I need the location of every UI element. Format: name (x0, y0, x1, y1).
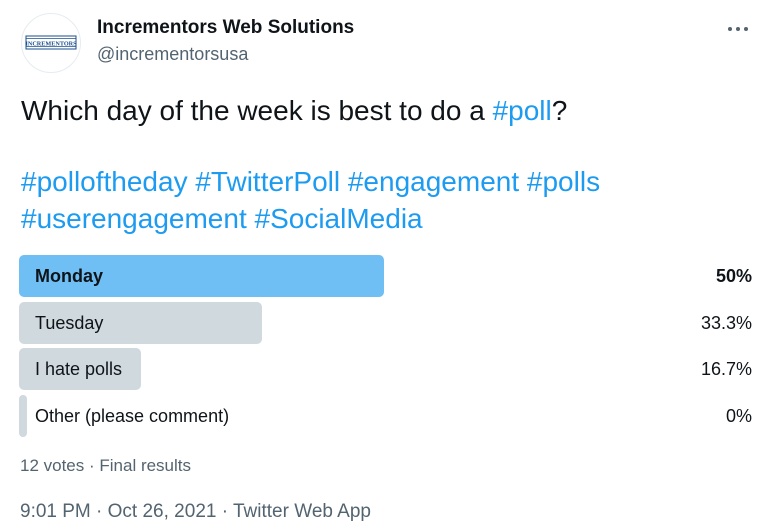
poll-option-percent: 0% (725, 405, 752, 426)
separator: · (90, 501, 108, 522)
hashtag-link[interactable]: #TwitterPoll (195, 166, 340, 197)
poll-votes: 12 votes (20, 456, 85, 475)
avatar-logo-text: INCREMENTORS (25, 40, 77, 47)
poll-status: Final results (99, 456, 192, 475)
poll-option-label: Other (please comment) (35, 405, 230, 426)
poll-option: Monday 50% (19, 255, 752, 297)
poll: Monday 50% Tuesday 33.3% I hate polls 16… (19, 255, 752, 441)
poll-option: Other (please comment) 0% (19, 394, 752, 437)
tweet-header: INCREMENTORS Incrementors Web Solutions … (0, 0, 768, 90)
hashtag-link[interactable]: #engagement (348, 166, 519, 197)
brand-logo-icon: INCREMENTORS (25, 35, 77, 50)
tweet-time[interactable]: 9:01 PM (20, 501, 91, 522)
poll-option-percent: 16.7% (700, 359, 752, 379)
question-text: Which day of the week is best to do a (21, 95, 493, 126)
hashtag-link[interactable]: #userengagement (21, 203, 247, 234)
poll-option-label: I hate polls (35, 359, 123, 379)
hashtag-link[interactable]: #polloftheday (21, 166, 188, 197)
hashtag-link[interactable]: #poll (493, 95, 552, 126)
separator: · (84, 456, 100, 475)
author-handle[interactable]: @incrementorsusa (97, 42, 248, 66)
author-name[interactable]: Incrementors Web Solutions (97, 16, 354, 40)
tweet-source[interactable]: Twitter Web App (233, 501, 371, 522)
avatar[interactable]: INCREMENTORS (21, 13, 81, 73)
tweet-question: Which day of the week is best to do a #p… (21, 92, 751, 129)
tweet-date[interactable]: Oct 26, 2021 (108, 501, 217, 522)
poll-option-label: Tuesday (35, 312, 104, 333)
hashtag-line: #userengagement #SocialMedia (21, 200, 751, 237)
hashtag-line: #polloftheday #TwitterPoll #engagement #… (21, 163, 751, 200)
poll-option-percent: 33.3% (700, 312, 752, 333)
poll-bar (19, 394, 27, 437)
tweet-timestamp: 9:01 PM · Oct 26, 2021 · Twitter Web App (20, 500, 371, 524)
poll-option-percent: 50% (715, 266, 752, 286)
poll-option-label: Monday (35, 266, 104, 286)
hashtag-link[interactable]: #SocialMedia (255, 203, 423, 234)
poll-summary: 12 votes · Final results (20, 455, 191, 477)
separator: · (216, 501, 233, 522)
more-options-icon[interactable] (722, 18, 754, 40)
tweet-text: Which day of the week is best to do a #p… (21, 92, 751, 237)
question-mark: ? (551, 95, 568, 126)
poll-option: Tuesday 33.3% (19, 301, 752, 344)
hashtag-link[interactable]: #polls (527, 166, 600, 197)
poll-option: I hate polls 16.7% (19, 348, 752, 390)
